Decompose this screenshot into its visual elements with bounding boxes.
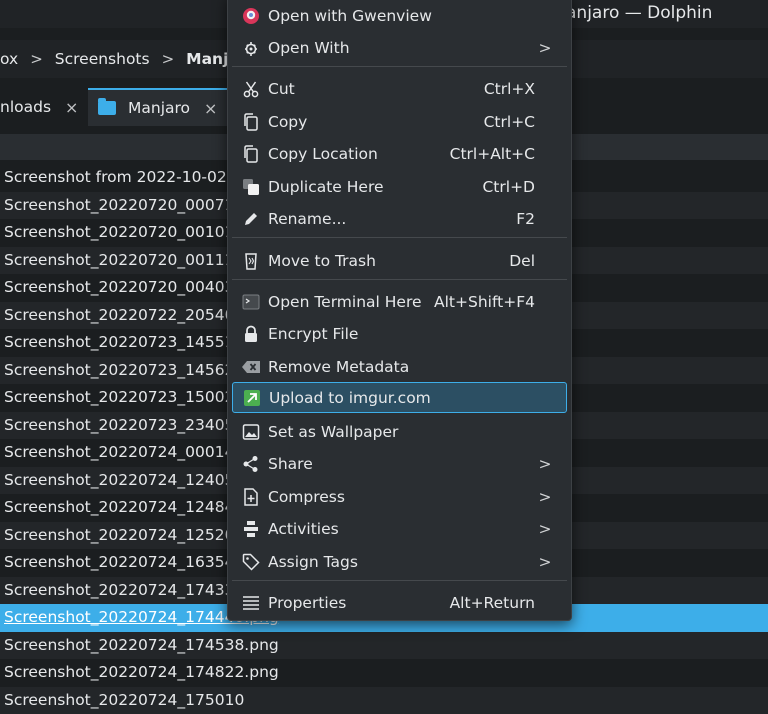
menu-item-label: Open with Gwenview	[268, 7, 567, 25]
menu-item-compress[interactable]: Compress >	[232, 481, 567, 512]
menu-item-label: Encrypt File	[268, 325, 567, 343]
menu-item-shortcut: Alt+Shift+F4	[434, 293, 535, 311]
share-icon	[240, 454, 262, 474]
chevron-right-icon: >	[535, 520, 555, 538]
imgur-upload-icon	[241, 388, 263, 408]
tab-label: Manjaro	[128, 99, 190, 117]
menu-item-label: Remove Metadata	[268, 358, 567, 376]
breadcrumb-separator-icon: >	[30, 50, 43, 68]
menu-item-remove-metadata[interactable]: Remove Metadata	[232, 351, 567, 382]
trash-icon	[240, 251, 262, 271]
menu-separator	[232, 66, 567, 67]
menu-separator	[232, 237, 567, 238]
properties-icon	[240, 593, 262, 613]
menu-item-label: Set as Wallpaper	[268, 423, 567, 441]
remove-metadata-icon	[240, 357, 262, 377]
menu-item-label: Open Terminal Here	[268, 293, 434, 311]
folder-icon	[98, 101, 116, 115]
copy-location-icon	[240, 144, 262, 164]
context-menu: Open with Gwenview Open With > Cut Ctrl+…	[227, 0, 572, 621]
menu-item-shortcut: Ctrl+C	[484, 113, 535, 131]
gear-icon	[240, 38, 262, 58]
tab-label: nloads	[0, 98, 51, 116]
copy-icon	[240, 112, 262, 132]
menu-item-copy-location[interactable]: Copy Location Ctrl+Alt+C	[232, 138, 567, 169]
menu-item-duplicate-here[interactable]: Duplicate Here Ctrl+D	[232, 171, 567, 202]
menu-item-cut[interactable]: Cut Ctrl+X	[232, 73, 567, 104]
menu-item-open-terminal-here[interactable]: Open Terminal Here Alt+Shift+F4	[232, 286, 567, 317]
breadcrumb-separator-icon: >	[162, 50, 175, 68]
compress-icon	[240, 487, 262, 507]
breadcrumb-item[interactable]: ox	[0, 50, 18, 68]
menu-item-label: Rename...	[268, 210, 516, 228]
menu-item-label: Open With	[268, 39, 535, 57]
close-icon[interactable]: ×	[204, 99, 217, 118]
menu-item-rename[interactable]: Rename... F2	[232, 203, 567, 234]
window-title: anjaro — Dolphin	[566, 3, 712, 23]
tab-manjaro[interactable]: Manjaro ×	[88, 88, 228, 126]
menu-item-label: Copy Location	[268, 145, 450, 163]
menu-item-label: Compress	[268, 488, 535, 506]
pencil-icon	[240, 209, 262, 229]
lock-icon	[240, 324, 262, 344]
menu-separator	[232, 279, 567, 280]
menu-item-open-with[interactable]: Open With >	[232, 32, 567, 63]
menu-item-share[interactable]: Share >	[232, 448, 567, 479]
table-row[interactable]: Screenshot_20220724_174538.png	[0, 632, 768, 660]
menu-item-shortcut: Ctrl+D	[482, 178, 535, 196]
tag-icon	[240, 552, 262, 572]
close-icon[interactable]: ×	[65, 98, 78, 117]
menu-item-shortcut: Ctrl+X	[484, 80, 535, 98]
menu-separator	[232, 580, 567, 581]
menu-item-label: Duplicate Here	[268, 178, 482, 196]
duplicate-icon	[240, 177, 262, 197]
menu-item-label: Upload to imgur.com	[269, 389, 566, 407]
breadcrumb-item[interactable]: Screenshots	[55, 50, 150, 68]
table-row[interactable]: Screenshot_20220724_175010	[0, 687, 768, 714]
chevron-right-icon: >	[535, 488, 555, 506]
table-row[interactable]: Screenshot_20220724_174822.png	[0, 659, 768, 687]
menu-item-copy[interactable]: Copy Ctrl+C	[232, 106, 567, 137]
activities-icon	[240, 519, 262, 539]
tab-downloads[interactable]: nloads ×	[0, 88, 86, 126]
menu-item-label: Move to Trash	[268, 252, 509, 270]
menu-item-shortcut: Ctrl+Alt+C	[450, 145, 535, 163]
menu-item-shortcut: Alt+Return	[450, 594, 535, 612]
menu-item-upload-to-imgur[interactable]: Upload to imgur.com	[232, 382, 567, 413]
chevron-right-icon: >	[535, 455, 555, 473]
gwenview-icon	[240, 6, 262, 26]
menu-item-label: Copy	[268, 113, 484, 131]
menu-item-label: Activities	[268, 520, 535, 538]
menu-item-label: Assign Tags	[268, 553, 535, 571]
menu-item-shortcut: Del	[509, 252, 535, 270]
menu-item-activities[interactable]: Activities >	[232, 513, 567, 544]
chevron-right-icon: >	[535, 39, 555, 57]
menu-item-label: Share	[268, 455, 535, 473]
chevron-right-icon: >	[535, 553, 555, 571]
menu-item-shortcut: F2	[516, 210, 535, 228]
menu-item-set-as-wallpaper[interactable]: Set as Wallpaper	[232, 416, 567, 447]
menu-item-label: Properties	[268, 594, 450, 612]
scissors-icon	[240, 79, 262, 99]
wallpaper-icon	[240, 422, 262, 442]
terminal-icon	[240, 292, 262, 312]
menu-item-open-with-gwenview[interactable]: Open with Gwenview	[232, 0, 567, 31]
menu-item-move-to-trash[interactable]: Move to Trash Del	[232, 245, 567, 276]
menu-item-label: Cut	[268, 80, 484, 98]
menu-item-properties[interactable]: Properties Alt+Return	[232, 587, 567, 618]
menu-item-assign-tags[interactable]: Assign Tags >	[232, 546, 567, 577]
menu-item-encrypt-file[interactable]: Encrypt File	[232, 318, 567, 349]
